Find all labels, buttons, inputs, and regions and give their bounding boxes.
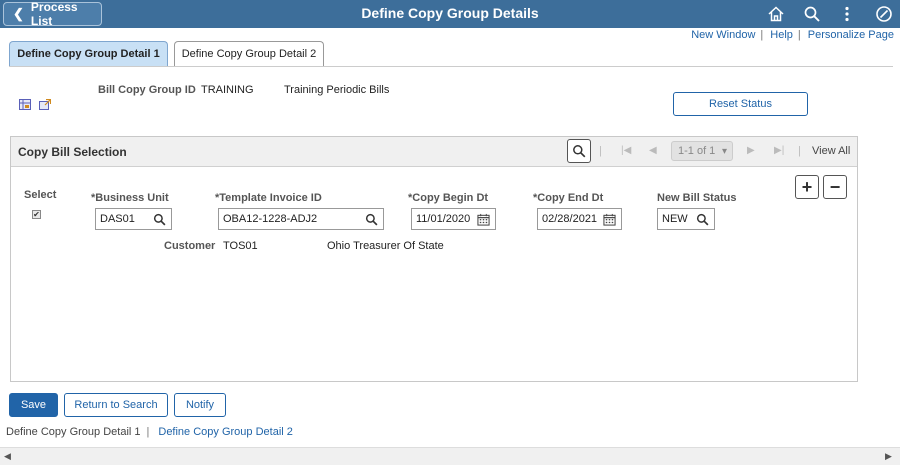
last-page-icon[interactable]: ▶|: [774, 145, 784, 156]
download-icon[interactable]: [39, 99, 51, 110]
business-unit-field[interactable]: DAS01: [95, 208, 172, 230]
scroll-left-icon[interactable]: ◀: [4, 451, 11, 462]
lookup-icon[interactable]: [365, 213, 378, 226]
lookup-icon[interactable]: [696, 213, 709, 226]
template-invoice-id-label: *Template Invoice ID: [215, 192, 322, 204]
business-unit-label: *Business Unit: [91, 192, 169, 204]
tab-define-copy-group-detail-2[interactable]: Define Copy Group Detail 2: [174, 41, 324, 66]
new-window-link[interactable]: New Window: [691, 29, 755, 41]
spreadsheet-icon[interactable]: [19, 99, 31, 110]
scroll-right-icon[interactable]: ▶: [885, 451, 892, 462]
tab-divider: [9, 66, 893, 67]
grid-header: Copy Bill Selection | |◀ ◀ 1-1 of 1 ▾ ▶ …: [11, 137, 857, 167]
row-range-select[interactable]: 1-1 of 1 ▾: [671, 141, 733, 161]
previous-page-icon[interactable]: ◀: [649, 145, 657, 156]
link-separator: |: [760, 29, 764, 41]
copy-end-dt-value: 02/28/2021: [542, 213, 598, 225]
customer-label: Customer: [164, 240, 216, 252]
copy-end-dt-label: *Copy End Dt: [533, 192, 604, 204]
bottom-page-links: Define Copy Group Detail 1 | Define Copy G…: [6, 426, 293, 438]
add-row-button[interactable]: +: [795, 175, 819, 199]
more-actions-icon[interactable]: [838, 5, 856, 23]
save-button[interactable]: Save: [9, 393, 58, 417]
copy-bill-selection-grid: Copy Bill Selection | |◀ ◀ 1-1 of 1 ▾ ▶ …: [10, 136, 858, 382]
customer-id-value: TOS01: [223, 240, 258, 252]
lookup-icon[interactable]: [153, 213, 166, 226]
page-link-detail-1: Define Copy Group Detail 1: [6, 426, 141, 438]
top-banner: ❮ Process List Define Copy Group Details: [0, 0, 900, 28]
select-column-label: Select: [24, 189, 57, 201]
delete-row-button[interactable]: −: [823, 175, 847, 199]
grid-search-button[interactable]: [567, 139, 591, 163]
help-link[interactable]: Help: [770, 29, 793, 41]
grid-separator: |: [599, 145, 602, 157]
link-separator: |: [797, 29, 801, 41]
copy-begin-dt-field[interactable]: 11/01/2020: [411, 208, 496, 230]
notify-button[interactable]: Notify: [174, 393, 226, 417]
new-bill-status-value: NEW: [662, 213, 688, 225]
home-icon[interactable]: [767, 5, 785, 23]
business-unit-value: DAS01: [100, 213, 135, 225]
personalize-page-link[interactable]: Personalize Page: [808, 29, 894, 41]
search-icon: [573, 145, 586, 158]
copy-begin-dt-value: 11/01/2020: [416, 213, 471, 225]
view-all-link[interactable]: View All: [812, 145, 850, 157]
tab-define-copy-group-detail-1[interactable]: Define Copy Group Detail 1: [9, 41, 168, 66]
navbar-icon[interactable]: [875, 5, 893, 23]
calendar-icon[interactable]: [477, 213, 490, 226]
page-title: Define Copy Group Details: [361, 5, 539, 21]
header-links: New Window | Help | Personalize Page: [691, 29, 894, 41]
select-checkbox[interactable]: ✔: [32, 210, 41, 219]
link-separator: |: [146, 426, 150, 438]
first-page-icon[interactable]: |◀: [621, 145, 631, 156]
template-invoice-id-field[interactable]: OBA12-1228-ADJ2: [218, 208, 384, 230]
customer-name-value: Ohio Treasurer Of State: [327, 240, 444, 252]
horizontal-scrollbar[interactable]: ◀ ▶: [0, 447, 900, 465]
new-bill-status-label: New Bill Status: [657, 192, 737, 204]
copy-begin-dt-label: *Copy Begin Dt: [408, 192, 489, 204]
bill-copy-group-description: Training Periodic Bills: [284, 84, 390, 96]
row-range-label: 1-1 of 1: [678, 145, 716, 157]
grid-separator: |: [798, 145, 801, 157]
next-page-icon[interactable]: ▶: [747, 145, 755, 156]
template-invoice-id-value: OBA12-1228-ADJ2: [223, 213, 318, 225]
bill-copy-group-id-label: Bill Copy Group ID: [98, 84, 196, 96]
return-to-search-button[interactable]: Return to Search: [64, 393, 168, 417]
toolbar-icons: [19, 99, 51, 110]
calendar-icon[interactable]: [603, 213, 616, 226]
reset-status-button[interactable]: Reset Status: [673, 92, 808, 116]
bill-copy-group-id-value: TRAINING: [201, 84, 254, 96]
grid-title: Copy Bill Selection: [18, 145, 127, 159]
copy-end-dt-field[interactable]: 02/28/2021: [537, 208, 622, 230]
new-bill-status-field[interactable]: NEW: [657, 208, 715, 230]
chevron-down-icon: ▾: [721, 146, 727, 157]
page-link-detail-2[interactable]: Define Copy Group Detail 2: [158, 426, 293, 438]
search-icon[interactable]: [803, 5, 821, 23]
